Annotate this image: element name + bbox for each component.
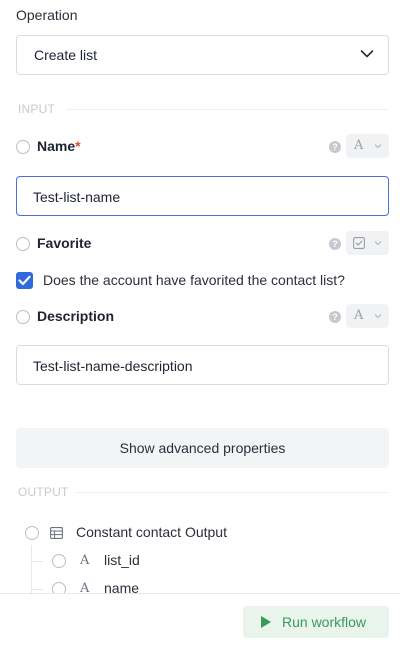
description-input-value: Test-list-name-description xyxy=(33,358,193,374)
text-type-icon: A xyxy=(354,138,364,153)
required-marker: * xyxy=(75,138,81,154)
run-workflow-label: Run workflow xyxy=(282,614,367,630)
help-icon[interactable]: ? xyxy=(329,238,341,250)
output-root-radio[interactable] xyxy=(25,526,39,540)
description-label: Description xyxy=(37,308,115,324)
operation-selected-value: Create list xyxy=(34,47,98,63)
output-item-radio[interactable] xyxy=(52,554,66,568)
show-advanced-properties-button[interactable]: Show advanced properties xyxy=(16,428,389,468)
chevron-down-icon xyxy=(374,144,382,149)
text-type-icon: A xyxy=(354,308,364,323)
name-label: Name* xyxy=(37,138,81,154)
help-icon[interactable]: ? xyxy=(329,311,341,323)
tree-connector xyxy=(31,561,43,562)
name-type-selector[interactable]: A xyxy=(346,134,389,158)
description-input[interactable]: Test-list-name-description xyxy=(16,345,389,385)
chevron-down-icon xyxy=(360,50,374,58)
play-icon xyxy=(261,616,271,628)
name-label-text: Name xyxy=(37,138,76,154)
output-root-label: Constant contact Output xyxy=(76,524,227,540)
footer-bar: Run workflow xyxy=(0,593,400,648)
favorite-type-selector[interactable] xyxy=(346,231,389,255)
output-item-label: list_id xyxy=(104,552,140,568)
checkbox-type-icon xyxy=(353,237,365,249)
chevron-down-icon xyxy=(374,314,382,319)
favorite-radio[interactable] xyxy=(16,237,30,251)
favorite-checkbox[interactable] xyxy=(16,272,33,289)
tree-connector xyxy=(31,545,32,593)
run-workflow-button[interactable]: Run workflow xyxy=(243,606,389,638)
favorite-label: Favorite xyxy=(37,235,92,251)
operation-label: Operation xyxy=(16,7,78,23)
description-type-selector[interactable]: A xyxy=(346,304,389,328)
output-section-title: OUTPUT xyxy=(18,485,69,499)
section-divider xyxy=(66,109,389,110)
name-input-value: Test-list-name xyxy=(33,189,121,205)
section-divider xyxy=(76,492,389,493)
input-section-header: INPUT xyxy=(16,102,389,116)
operation-select[interactable]: Create list xyxy=(16,35,389,75)
table-icon xyxy=(50,527,63,539)
text-type-icon: A xyxy=(80,553,90,568)
chevron-down-icon xyxy=(374,241,382,246)
name-input[interactable]: Test-list-name xyxy=(16,176,389,216)
description-radio[interactable] xyxy=(16,310,30,324)
output-section-header: OUTPUT xyxy=(16,485,389,499)
favorite-checkbox-label: Does the account have favorited the cont… xyxy=(43,272,345,288)
input-section-title: INPUT xyxy=(18,102,55,116)
tree-connector xyxy=(31,589,43,590)
name-radio[interactable] xyxy=(16,140,30,154)
help-icon[interactable]: ? xyxy=(329,141,341,153)
checkmark-icon xyxy=(18,275,31,286)
